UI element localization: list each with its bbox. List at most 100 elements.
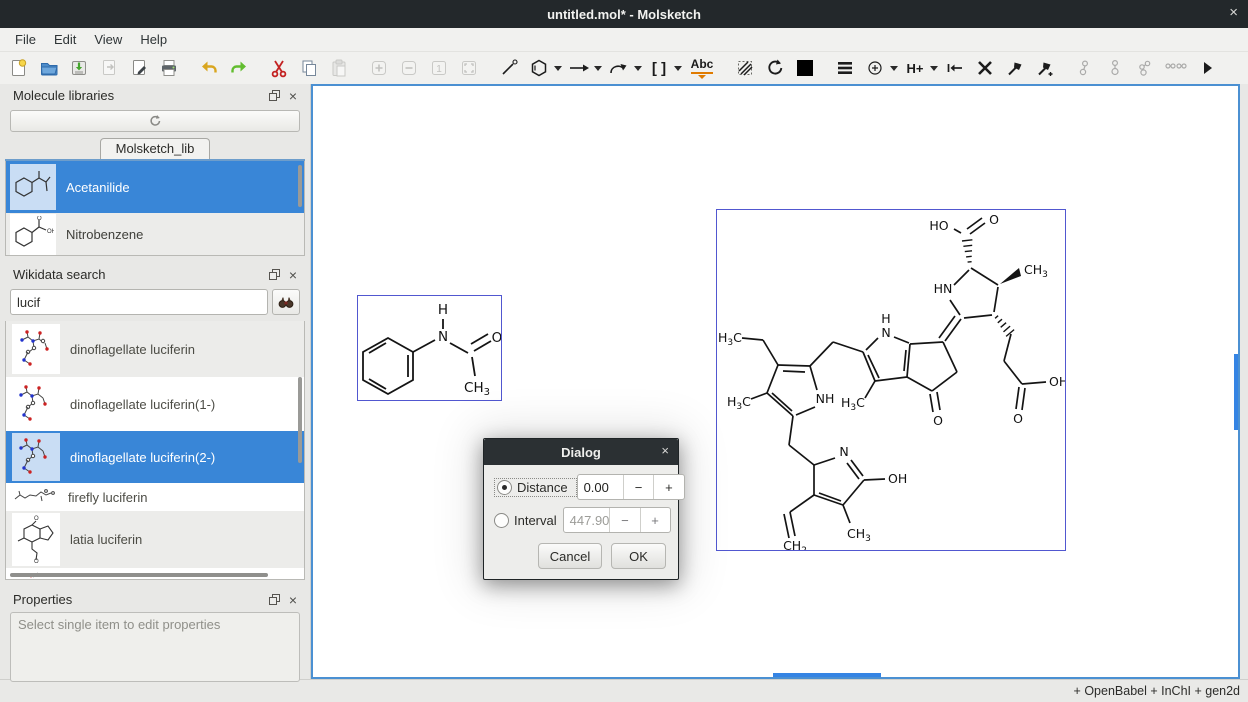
tab-molsketch-lib[interactable]: Molsketch_lib bbox=[100, 138, 211, 159]
distance-value[interactable]: 0.00 bbox=[578, 475, 623, 499]
reaction-arrow-dropdown-arrow[interactable] bbox=[594, 66, 602, 71]
distance-radio[interactable] bbox=[497, 480, 512, 495]
float-panel-icon[interactable] bbox=[269, 594, 280, 605]
text-tool-button[interactable]: Abc bbox=[686, 55, 718, 81]
libraries-close-icon[interactable]: × bbox=[289, 89, 297, 103]
svg-text:H3C: H3C bbox=[727, 394, 751, 412]
svg-text:N: N bbox=[438, 329, 448, 345]
hatch-selection-button[interactable] bbox=[732, 55, 758, 81]
export-button[interactable] bbox=[126, 55, 152, 81]
menu-edit[interactable]: Edit bbox=[45, 30, 85, 49]
menubar: File Edit View Help bbox=[0, 28, 1248, 52]
wikidata-close-icon[interactable]: × bbox=[289, 268, 297, 282]
fragment-4-button[interactable] bbox=[1162, 55, 1188, 81]
draw-bond-icon bbox=[499, 58, 519, 78]
canvas-vscrollbar-thumb[interactable] bbox=[1234, 354, 1238, 430]
menu-help[interactable]: Help bbox=[131, 30, 176, 49]
zoom-fit-button[interactable] bbox=[456, 55, 482, 81]
distance-decrement-button[interactable]: − bbox=[623, 475, 653, 499]
result-item[interactable]: OO latia luciferin bbox=[6, 511, 304, 568]
refresh-libraries-button[interactable] bbox=[10, 110, 300, 132]
charge-button[interactable] bbox=[862, 55, 888, 81]
undo-button[interactable] bbox=[196, 55, 222, 81]
charge-dropdown-arrow[interactable] bbox=[890, 66, 898, 71]
ring-tool-button[interactable] bbox=[526, 55, 552, 81]
zoom-out-button[interactable] bbox=[396, 55, 422, 81]
fragment-1-button[interactable] bbox=[1072, 55, 1098, 81]
ring-dropdown-arrow[interactable] bbox=[554, 66, 562, 71]
zoom-in-button[interactable] bbox=[366, 55, 392, 81]
save-as-button[interactable] bbox=[96, 55, 122, 81]
result-item-selected[interactable]: dinoflagellate luciferin(2-) bbox=[6, 431, 304, 483]
wikidata-hscrollbar-thumb[interactable] bbox=[10, 573, 268, 577]
svg-text:HN: HN bbox=[934, 281, 953, 296]
molecule-thumbnail bbox=[12, 433, 60, 481]
result-item[interactable]: dinoflagellate luciferin bbox=[6, 321, 304, 377]
new-button[interactable] bbox=[6, 55, 32, 81]
fragment-2-button[interactable] bbox=[1102, 55, 1128, 81]
redo-button[interactable] bbox=[226, 55, 252, 81]
libraries-scrollbar-thumb[interactable] bbox=[298, 165, 302, 207]
toolbar-extender-icon[interactable] bbox=[1204, 62, 1212, 74]
save-button[interactable] bbox=[66, 55, 92, 81]
paste-button[interactable] bbox=[326, 55, 352, 81]
menu-view[interactable]: View bbox=[85, 30, 131, 49]
tool-hammer-2-button[interactable] bbox=[1032, 55, 1058, 81]
hydrogen-dropdown-arrow[interactable] bbox=[930, 66, 938, 71]
wikidata-vscrollbar-thumb[interactable] bbox=[298, 377, 302, 463]
wikidata-search-input[interactable] bbox=[10, 289, 268, 315]
zoom-original-button[interactable]: 1 bbox=[426, 55, 452, 81]
statusbar: + OpenBabel + InChI + gen2d bbox=[0, 679, 1248, 702]
interval-decrement-button[interactable]: − bbox=[609, 508, 639, 532]
line-width-button[interactable] bbox=[832, 55, 858, 81]
print-button[interactable] bbox=[156, 55, 182, 81]
bracket-tool-button[interactable]: [ ] bbox=[646, 55, 672, 81]
hydrogen-button[interactable]: H+ bbox=[902, 55, 928, 81]
svg-text:OH: OH bbox=[47, 229, 54, 235]
mechanism-arrow-dropdown-arrow[interactable] bbox=[634, 66, 642, 71]
float-panel-icon[interactable] bbox=[269, 269, 280, 280]
panel-properties: Properties × Select single item to edit … bbox=[0, 589, 310, 682]
library-item-nitrobenzene[interactable]: OHO Nitrobenzene bbox=[6, 213, 304, 256]
svg-text:OH: OH bbox=[888, 471, 907, 486]
rotate-button[interactable] bbox=[762, 55, 788, 81]
fragment-3-button[interactable] bbox=[1132, 55, 1158, 81]
interval-value[interactable]: 447.90 bbox=[564, 508, 610, 532]
float-panel-icon[interactable] bbox=[269, 90, 280, 101]
library-item-acetanilide[interactable]: Acetanilide bbox=[6, 161, 304, 213]
bracket-dropdown-arrow[interactable] bbox=[674, 66, 682, 71]
connect-button[interactable] bbox=[942, 55, 968, 81]
tool-hammer-1-button[interactable] bbox=[1002, 55, 1028, 81]
distance-increment-button[interactable]: + bbox=[653, 475, 683, 499]
molecule-thumbnail: OHO bbox=[10, 214, 56, 255]
cut-button[interactable] bbox=[266, 55, 292, 81]
cancel-button[interactable]: Cancel bbox=[538, 543, 602, 569]
refresh-icon bbox=[148, 114, 162, 128]
canvas-hscrollbar-thumb[interactable] bbox=[773, 673, 881, 677]
ok-button[interactable]: OK bbox=[611, 543, 666, 569]
interval-label: Interval bbox=[514, 513, 557, 528]
properties-close-icon[interactable]: × bbox=[289, 593, 297, 607]
drawing-canvas[interactable]: H N O CH3 bbox=[311, 84, 1240, 679]
interval-increment-button[interactable]: + bbox=[640, 508, 670, 532]
copy-button[interactable] bbox=[296, 55, 322, 81]
wikidata-title: Wikidata search bbox=[13, 267, 269, 282]
mechanism-arrow-button[interactable] bbox=[606, 55, 632, 81]
menu-file[interactable]: File bbox=[6, 30, 45, 49]
window-close-icon[interactable]: × bbox=[1229, 4, 1238, 21]
open-button[interactable] bbox=[36, 55, 62, 81]
draw-bond-button[interactable] bbox=[496, 55, 522, 81]
molecule-luciferin-selection[interactable]: HO O CH3 HN OH O H3C H N H3C NH H3C bbox=[716, 209, 1066, 551]
dialog-close-icon[interactable]: × bbox=[661, 443, 669, 458]
fragment-3-icon bbox=[1135, 58, 1155, 78]
zoom-out-icon bbox=[399, 58, 419, 78]
svg-text:H3C: H3C bbox=[718, 330, 742, 348]
color-swatch-button[interactable] bbox=[792, 55, 818, 81]
molecule-acetanilide-selection[interactable]: H N O CH3 bbox=[357, 295, 502, 401]
result-item[interactable]: firefly luciferin bbox=[6, 483, 304, 511]
interval-radio[interactable] bbox=[494, 513, 509, 528]
wikidata-search-button[interactable] bbox=[272, 289, 300, 315]
reaction-arrow-button[interactable] bbox=[566, 55, 592, 81]
result-item[interactable]: dinoflagellate luciferin(1-) bbox=[6, 377, 304, 431]
delete-button[interactable] bbox=[972, 55, 998, 81]
